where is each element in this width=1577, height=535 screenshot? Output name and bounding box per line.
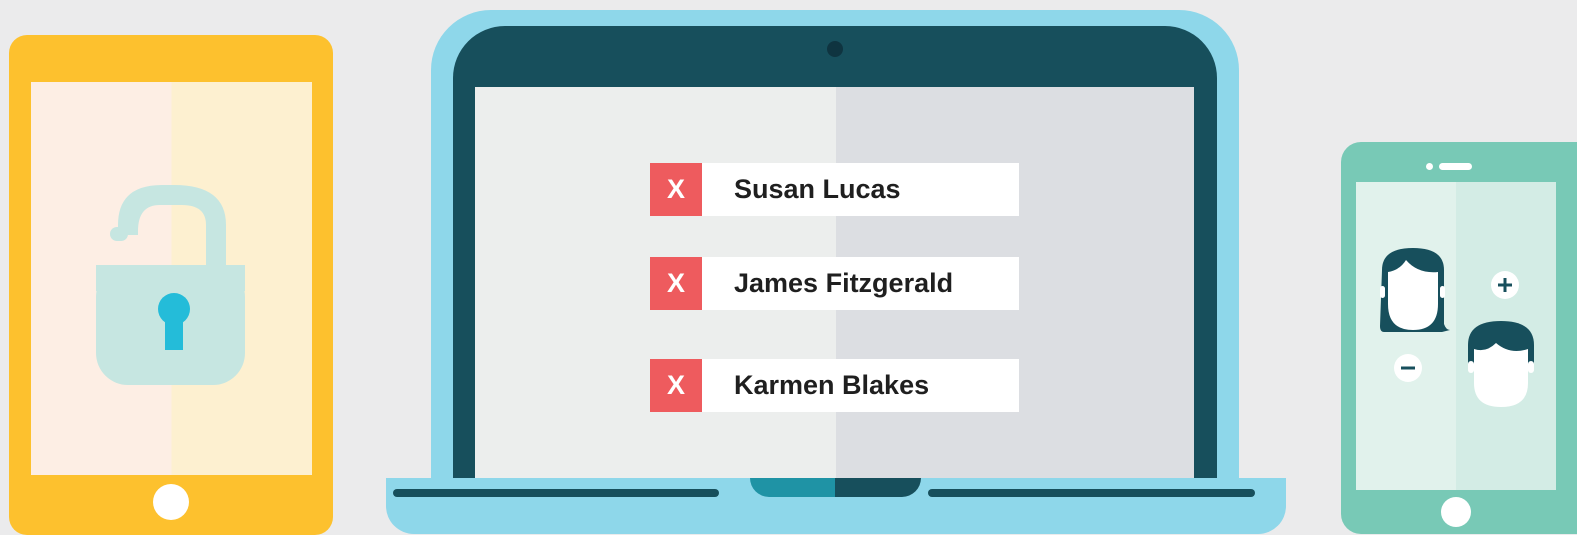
remove-contact-button[interactable]: X [650, 257, 702, 310]
contact-name: Karmen Blakes [734, 370, 930, 400]
phone-speaker-icon [1439, 163, 1472, 170]
contact-row: X Karmen Blakes [650, 359, 1019, 412]
minus-icon [1401, 366, 1415, 370]
phone-sensor-icon [1426, 163, 1433, 170]
remove-contact-button[interactable]: X [650, 359, 702, 412]
laptop-trackpad-notch [750, 478, 921, 497]
laptop-base-slot-right [928, 489, 1255, 497]
female-user-icon [1376, 246, 1450, 334]
tablet-home-button[interactable] [153, 484, 189, 520]
plus-icon [1498, 278, 1512, 292]
unlocked-padlock-icon [96, 183, 256, 393]
contact-row: X Susan Lucas [650, 163, 1019, 216]
laptop-base-slot-left [393, 489, 719, 497]
contact-name: James Fitzgerald [734, 268, 954, 298]
contact-name: Susan Lucas [734, 174, 901, 204]
remove-button[interactable] [1394, 354, 1422, 382]
contact-row: X James Fitzgerald [650, 257, 1019, 310]
remove-contact-button[interactable]: X [650, 163, 702, 216]
phone-home-button[interactable] [1441, 497, 1471, 527]
add-button[interactable] [1491, 271, 1519, 299]
camera-icon [827, 41, 843, 57]
male-user-icon [1466, 319, 1536, 407]
